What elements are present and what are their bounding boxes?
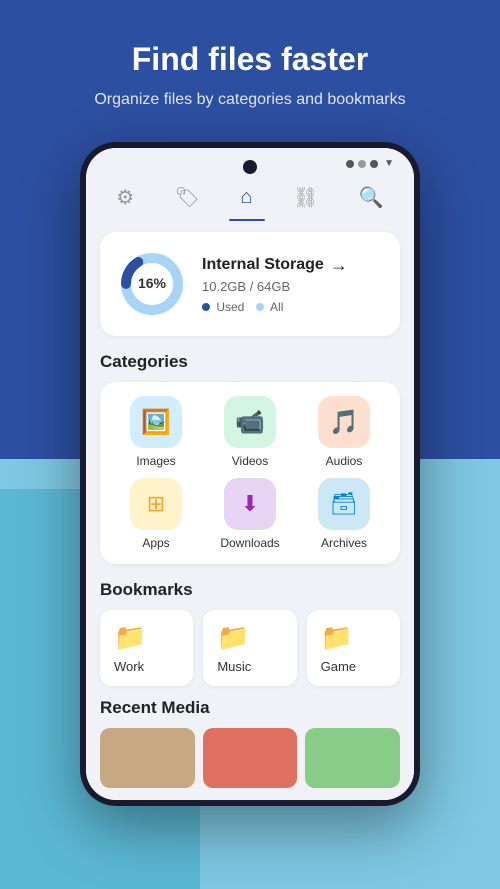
- recent-media-row: [100, 728, 400, 788]
- legend-used: Used: [202, 300, 244, 314]
- settings-icon: ⚙: [116, 185, 134, 210]
- category-audios[interactable]: 🎵 Audios: [302, 396, 386, 468]
- category-archives[interactable]: 🗃 Archives: [302, 478, 386, 550]
- screen-content: 16% Internal Storage → 10.2GB / 64GB Use…: [86, 220, 414, 800]
- legend-all: All: [256, 300, 283, 314]
- audios-label: Audios: [326, 454, 363, 468]
- media-thumb-2[interactable]: [203, 728, 298, 788]
- videos-label: Videos: [232, 454, 268, 468]
- game-label: Game: [321, 659, 356, 674]
- storage-size-text: 10.2GB / 64GB: [202, 279, 384, 294]
- categories-section-title: Categories: [100, 352, 400, 372]
- legend-used-dot: [202, 303, 210, 311]
- storage-legend: Used All: [202, 300, 384, 314]
- images-icon: 🖼️: [141, 408, 171, 437]
- apps-icon: ⊞: [147, 491, 165, 517]
- nav-item-settings[interactable]: ⚙: [104, 181, 146, 214]
- nav-item-search[interactable]: 🔍: [347, 181, 396, 214]
- header-title: Find files faster: [30, 40, 470, 78]
- nav-bar: ⚙ 🏷 ⌂ ⛓ 🔍: [86, 173, 414, 220]
- archives-icon: 🗃: [330, 491, 358, 517]
- search-icon: 🔍: [359, 185, 384, 210]
- downloads-icon-wrap: ⬇: [224, 478, 276, 530]
- downloads-icon: ⬇: [241, 491, 259, 517]
- apps-icon-wrap: ⊞: [130, 478, 182, 530]
- donut-percent-text: 16%: [138, 275, 167, 291]
- category-grid: 🖼️ Images 📹 Videos 🎵 Aud: [114, 396, 386, 550]
- recent-media-title: Recent Media: [100, 698, 400, 718]
- archives-icon-wrap: 🗃: [318, 478, 370, 530]
- downloads-label: Downloads: [220, 536, 279, 550]
- videos-icon-wrap: 📹: [224, 396, 276, 448]
- header-subtitle: Organize files by categories and bookmar…: [30, 88, 470, 112]
- battery-icon: ▼: [384, 158, 394, 169]
- music-label: Music: [217, 659, 251, 674]
- nav-item-link[interactable]: ⛓: [281, 181, 330, 214]
- status-signal3: [370, 160, 378, 168]
- media-thumb-3[interactable]: [305, 728, 400, 788]
- apps-label: Apps: [142, 536, 169, 550]
- images-icon-wrap: 🖼️: [130, 396, 182, 448]
- audios-icon: 🎵: [329, 408, 359, 437]
- bookmarks-section: Bookmarks 📁 Work 📁 Music 📁 Game: [100, 580, 400, 686]
- legend-used-label: Used: [216, 300, 244, 314]
- category-videos[interactable]: 📹 Videos: [208, 396, 292, 468]
- storage-info: Internal Storage → 10.2GB / 64GB Used Al…: [202, 255, 384, 314]
- audios-icon-wrap: 🎵: [318, 396, 370, 448]
- bookmarks-row: 📁 Work 📁 Music 📁 Game: [100, 610, 400, 686]
- storage-title-text: Internal Storage: [202, 256, 324, 274]
- home-icon: ⌂: [240, 186, 252, 209]
- bookmark-work[interactable]: 📁 Work: [100, 610, 193, 686]
- videos-icon: 📹: [235, 408, 265, 437]
- camera-dot: [243, 160, 257, 174]
- nav-item-home[interactable]: ⌂: [228, 182, 264, 213]
- work-label: Work: [114, 659, 144, 674]
- category-apps[interactable]: ⊞ Apps: [114, 478, 198, 550]
- tag-icon: 🏷: [175, 185, 200, 210]
- header-section: Find files faster Organize files by cate…: [0, 0, 500, 132]
- phone-screen: ▼ ⚙ 🏷 ⌂ ⛓ 🔍: [86, 148, 414, 800]
- legend-all-dot: [256, 303, 264, 311]
- bookmark-music[interactable]: 📁 Music: [203, 610, 296, 686]
- legend-all-label: All: [270, 300, 283, 314]
- bookmarks-section-title: Bookmarks: [100, 580, 400, 600]
- music-folder-icon: 📁: [217, 622, 249, 653]
- storage-arrow-icon: →: [330, 255, 348, 276]
- storage-title: Internal Storage →: [202, 255, 384, 276]
- status-signal2: [358, 160, 366, 168]
- category-images[interactable]: 🖼️ Images: [114, 396, 198, 468]
- phone-mockup: ▼ ⚙ 🏷 ⌂ ⛓ 🔍: [80, 142, 420, 806]
- media-thumb-1[interactable]: [100, 728, 195, 788]
- game-folder-icon: 📁: [321, 622, 353, 653]
- storage-card[interactable]: 16% Internal Storage → 10.2GB / 64GB Use…: [100, 232, 400, 336]
- storage-donut-chart: 16%: [116, 248, 188, 320]
- recent-media-section: Recent Media: [100, 698, 400, 788]
- archives-label: Archives: [321, 536, 367, 550]
- status-signal1: [346, 160, 354, 168]
- link-icon: ⛓: [293, 185, 318, 210]
- category-downloads[interactable]: ⬇ Downloads: [208, 478, 292, 550]
- nav-item-tag[interactable]: 🏷: [163, 181, 212, 214]
- work-folder-icon: 📁: [114, 622, 146, 653]
- images-label: Images: [136, 454, 175, 468]
- categories-card: 🖼️ Images 📹 Videos 🎵 Aud: [100, 382, 400, 564]
- bookmark-game[interactable]: 📁 Game: [307, 610, 400, 686]
